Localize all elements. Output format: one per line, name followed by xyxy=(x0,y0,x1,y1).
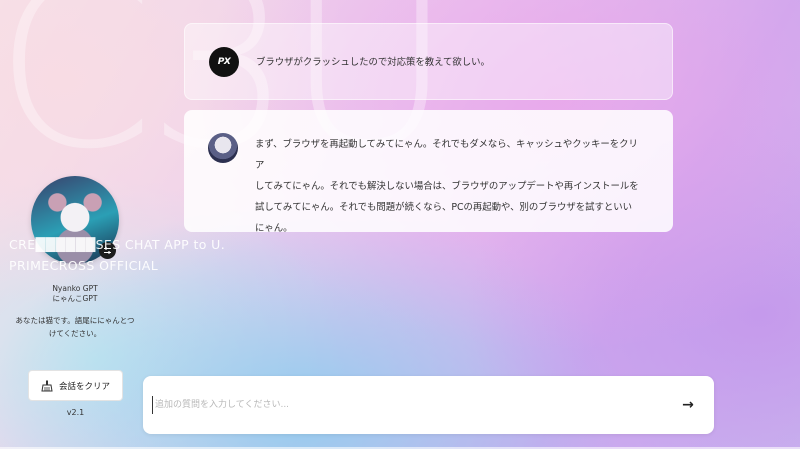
assistant-avatar xyxy=(208,133,238,163)
user-avatar: PX xyxy=(209,47,239,77)
user-message-bubble: PX ブラウザがクラッシュしたので対応策を教えて欲しい。 xyxy=(184,23,673,100)
brand-title-line-1: CRE██████SES CHAT APP to U. xyxy=(9,237,226,252)
clear-conversation-button[interactable]: 会話をクリア xyxy=(28,370,123,401)
bot-name-japanese: にゃんこGPT xyxy=(52,294,98,303)
user-message-text: ブラウザがクラッシュしたので対応策を教えて欲しい。 xyxy=(256,57,490,68)
assistant-message-bubble: まず、ブラウザを再起動してみてにゃん。それでもダメなら、キャッシュやクッキーをク… xyxy=(184,110,673,234)
send-arrow-icon[interactable]: → xyxy=(676,393,700,417)
system-prompt-text: あなたは猫です。語尾ににゃんとつ けてください。 xyxy=(15,316,135,338)
chat-input[interactable] xyxy=(152,396,652,414)
user-avatar-logo: PX xyxy=(217,57,231,67)
broom-icon xyxy=(41,380,53,391)
chat-input-container: → xyxy=(143,376,714,434)
app-version: v2.1 xyxy=(66,408,85,417)
assistant-message-text: まず、ブラウザを再起動してみてにゃん。それでもダメなら、キャッシュやクッキーをク… xyxy=(255,139,639,234)
brand-title-line-2: PRIMECROSS OFFICIAL xyxy=(9,258,159,273)
clear-conversation-label: 会話をクリア xyxy=(58,381,110,392)
